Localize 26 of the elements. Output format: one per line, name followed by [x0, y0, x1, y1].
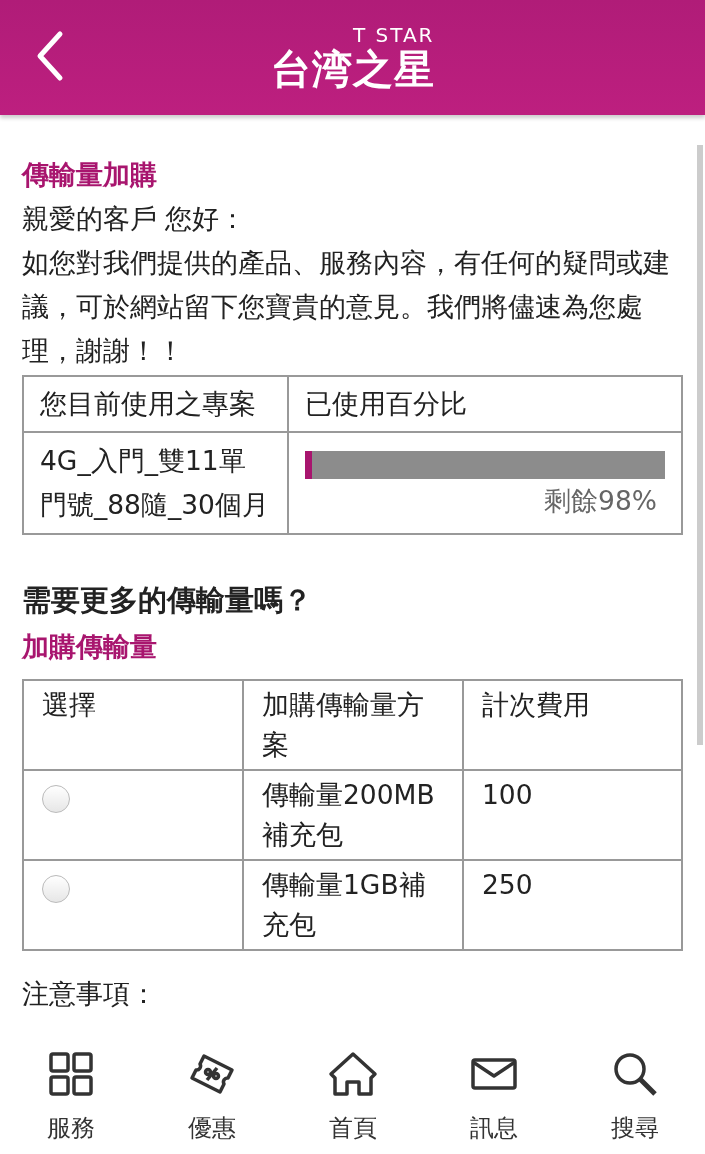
nav-tab[interactable]: 訊息	[423, 1042, 564, 1154]
table-cell: 100	[463, 770, 682, 860]
column-header: 已使用百分比	[288, 376, 682, 432]
brand-logo-text: 台湾之星	[270, 45, 435, 92]
brand-tagline: T STAR	[353, 23, 435, 46]
column-header: 您目前使用之專案	[23, 376, 288, 432]
radio-button[interactable]	[42, 785, 70, 813]
remaining-reading: 剩餘98%	[543, 484, 658, 518]
nav-tab[interactable]: 搜尋	[564, 1042, 705, 1154]
nav-tab[interactable]: 服務	[0, 1042, 141, 1154]
table-cell: 250	[463, 860, 682, 950]
section-title: 傳輸量加購	[22, 158, 158, 192]
greeting-text: 親愛的客戶 您好：	[22, 202, 248, 236]
radio-button[interactable]	[42, 875, 70, 903]
question-heading: 需要更多的傳輸量嗎？	[22, 582, 313, 619]
intro-paragraph: 如您對我們提供的產品、服務內容，有任何的疑問或建議，可於網站留下您寶貴的意見。我們將儘速為您處理，謝謝！！	[22, 246, 671, 368]
column-header: 加購傳輸量方案	[243, 680, 463, 770]
table-cell: 傳輸量200MB補充包	[243, 770, 463, 860]
column-header: 計次費用	[463, 680, 682, 770]
table-cell: 4G_入門_雙11單門號_88隨_30個月	[23, 432, 288, 534]
addon-title: 加購傳輸量	[22, 630, 158, 664]
nav-tab[interactable]: 首頁	[282, 1042, 423, 1154]
column-header: 選擇	[23, 680, 243, 770]
table-cell: 傳輸量1GB補充包	[243, 860, 463, 950]
nav-tab[interactable]: 優惠	[141, 1042, 282, 1154]
notes-heading: 注意事項：	[22, 977, 158, 1011]
